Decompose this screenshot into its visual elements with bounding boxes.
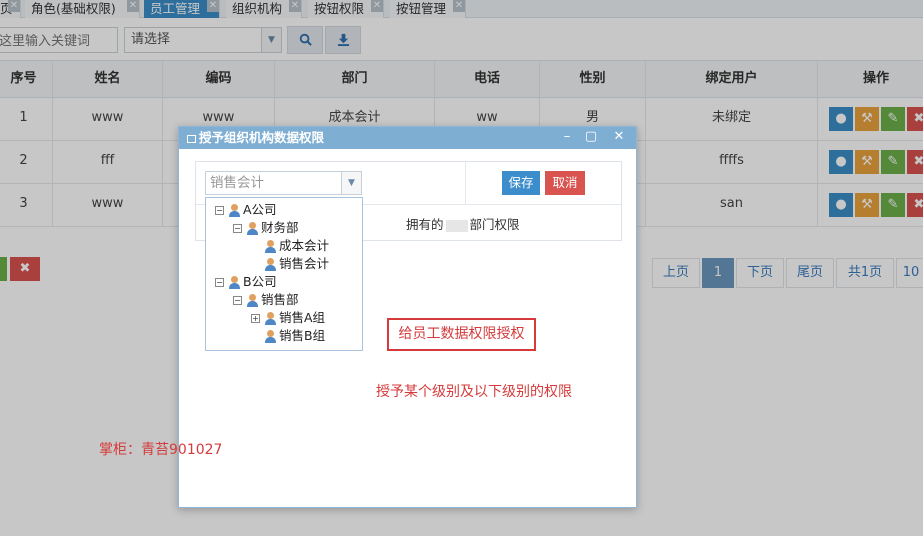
cancel-button[interactable]: 取消: [545, 171, 585, 195]
department-combo-value: 销售会计: [210, 175, 264, 191]
user-icon: [246, 222, 259, 235]
form-divider: [465, 162, 466, 204]
tree-node[interactable]: − A公司: [215, 201, 277, 219]
org-permission-dialog: 授予组织机构数据权限 – ▢ ✕ 销售会计 ▼ 保存 取消 拥有的 部门权限 − A…: [178, 126, 637, 508]
user-icon: [246, 294, 259, 307]
annotation-note: 授予某个级别及以下级别的权限: [376, 384, 572, 400]
permission-hint: 拥有的 部门权限: [406, 217, 520, 232]
tree-node[interactable]: − 财务部: [233, 219, 299, 237]
chevron-down-icon: ▼: [341, 172, 361, 194]
org-tree-dropdown: − A公司 − 财务部 成本会计 销售会计 − B公司 − 销售部 + 销售A组 销售B组: [205, 197, 363, 351]
collapse-icon[interactable]: −: [233, 296, 242, 305]
user-icon: [264, 240, 277, 253]
user-icon: [264, 312, 277, 325]
user-icon: [228, 276, 241, 289]
expand-icon[interactable]: +: [251, 314, 260, 323]
tree-node[interactable]: − 销售部: [233, 291, 299, 309]
maximize-icon[interactable]: ▢: [582, 127, 600, 149]
user-icon: [264, 330, 277, 343]
user-icon: [264, 258, 277, 271]
collapse-icon[interactable]: −: [233, 224, 242, 233]
window-icon: [187, 134, 196, 143]
tree-node[interactable]: 成本会计: [264, 237, 329, 255]
department-combo[interactable]: 销售会计 ▼: [205, 171, 362, 195]
shop-annotation: 掌柜：青苔901027: [99, 442, 223, 458]
tree-node[interactable]: 销售B组: [264, 327, 325, 345]
tree-node[interactable]: 销售会计: [264, 255, 329, 273]
tree-node[interactable]: − B公司: [215, 273, 277, 291]
save-button[interactable]: 保存: [502, 171, 540, 195]
collapse-icon[interactable]: −: [215, 206, 224, 215]
tree-node[interactable]: + 销售A组: [251, 309, 325, 327]
close-icon[interactable]: ✕: [610, 127, 628, 149]
collapse-icon[interactable]: −: [215, 278, 224, 287]
annotation-box: 给员工数据权限授权: [387, 318, 536, 351]
dialog-title: 授予组织机构数据权限: [199, 130, 325, 145]
minimize-icon[interactable]: –: [558, 127, 576, 149]
user-icon: [228, 204, 241, 217]
